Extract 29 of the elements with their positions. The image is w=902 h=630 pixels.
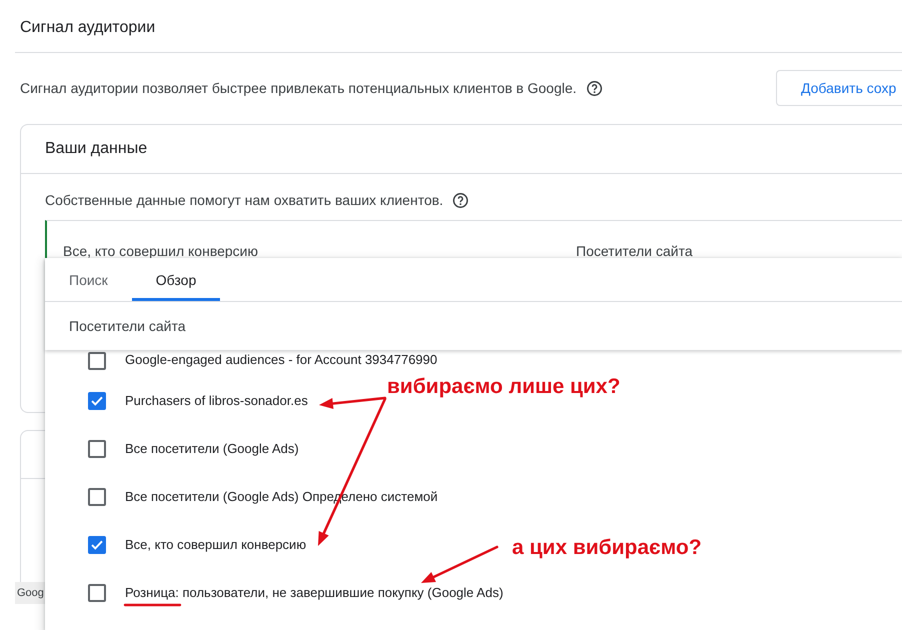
audience-label: Purchasers of libros-sonador.es xyxy=(125,393,308,409)
audience-label: Все посетители (Google Ads) xyxy=(125,441,299,457)
add-saved-button[interactable]: Добавить сохр xyxy=(776,70,902,106)
audience-label: Розница: пользователи, не завершившие покупку (Google Ads) xyxy=(125,585,504,601)
annotation-text: а цих вибираємо? xyxy=(512,536,702,560)
annotation-underline xyxy=(124,604,182,606)
section-title: Сигнал аудитории xyxy=(20,19,156,37)
help-icon[interactable] xyxy=(453,192,468,208)
checkbox[interactable] xyxy=(88,392,106,410)
checkbox[interactable] xyxy=(88,352,106,370)
segment-cell-text: Посетители сайта xyxy=(576,243,694,259)
status-bubble: Goog xyxy=(15,582,45,604)
audience-label: Google-engaged audiences - for Account 3934776990 xyxy=(125,352,438,368)
card-title: Ваши данные xyxy=(21,125,902,174)
tab[interactable]: Поиск xyxy=(45,258,132,301)
tab[interactable]: Обзор xyxy=(132,258,220,301)
breadcrumb: Посетители сайта xyxy=(68,317,187,336)
checkbox[interactable] xyxy=(88,584,106,602)
checkbox[interactable] xyxy=(88,488,106,506)
checkbox[interactable] xyxy=(88,440,106,458)
annotation-text: вибираємо лише цих? xyxy=(387,375,620,399)
check-icon xyxy=(91,540,103,550)
segment-cell-text: Все, кто совершил конверсию xyxy=(63,243,259,259)
check-icon xyxy=(91,396,103,406)
audience-label: Все, кто совершил конверсию xyxy=(125,537,306,553)
help-icon[interactable] xyxy=(586,80,602,96)
card-description: Собственные данные помогут нам охватить ваших клиентов. xyxy=(45,192,444,208)
checkbox[interactable] xyxy=(88,536,106,554)
section-description: Сигнал аудитории позволяет быстрее привлекать потенциальных клиентов в Google. xyxy=(20,80,577,96)
